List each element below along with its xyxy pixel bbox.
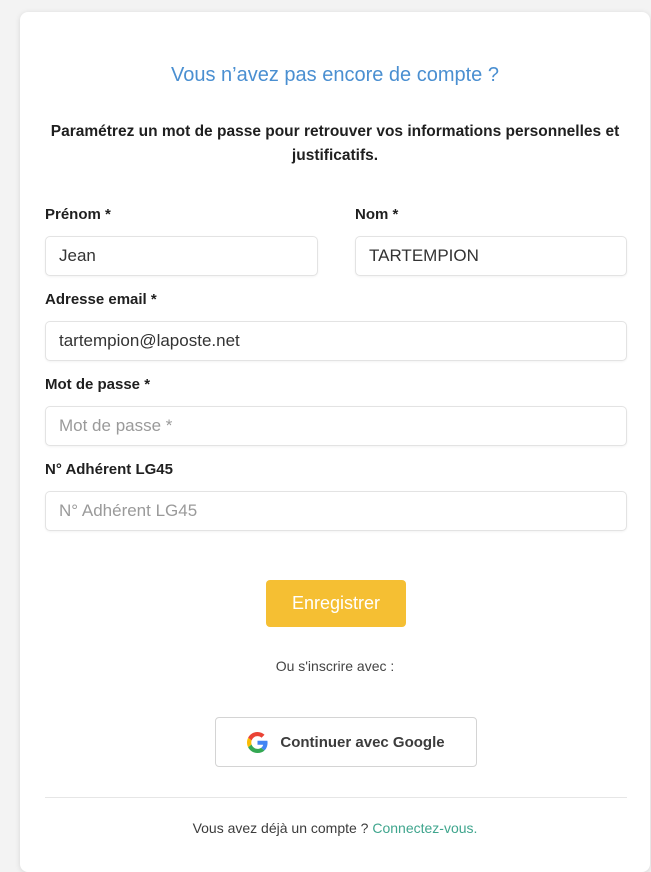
or-signup-with-text: Ou s'inscrire avec : <box>275 658 395 674</box>
nom-input[interactable] <box>355 236 627 276</box>
adherent-input[interactable] <box>45 491 627 531</box>
google-g-icon <box>247 731 268 753</box>
email-label: Adresse email * <box>45 291 157 308</box>
register-button[interactable]: Enregistrer <box>266 580 406 627</box>
email-input[interactable] <box>45 321 627 361</box>
form-subtitle: Paramétrez un mot de passe pour retrouve… <box>50 123 620 164</box>
google-button-label: Continuer avec Google <box>280 733 445 751</box>
login-link[interactable]: Connectez-vous. <box>372 820 477 836</box>
form-heading: Vous n’avez pas encore de compte ? <box>171 64 499 86</box>
login-prompt: Vous avez déjà un compte ? Connectez-vou… <box>20 820 650 836</box>
nom-label: Nom * <box>355 206 399 223</box>
prenom-input[interactable] <box>45 236 318 276</box>
prenom-label: Prénom * <box>45 206 111 223</box>
adherent-label: N° Adhérent LG45 <box>45 461 173 478</box>
footer-divider <box>45 797 627 798</box>
password-input[interactable] <box>45 406 627 446</box>
google-signin-button[interactable]: Continuer avec Google <box>215 717 477 767</box>
password-label: Mot de passe * <box>45 376 151 393</box>
signup-card: Vous n’avez pas encore de compte ? Param… <box>20 12 650 872</box>
login-prompt-text: Vous avez déjà un compte ? <box>192 820 369 836</box>
